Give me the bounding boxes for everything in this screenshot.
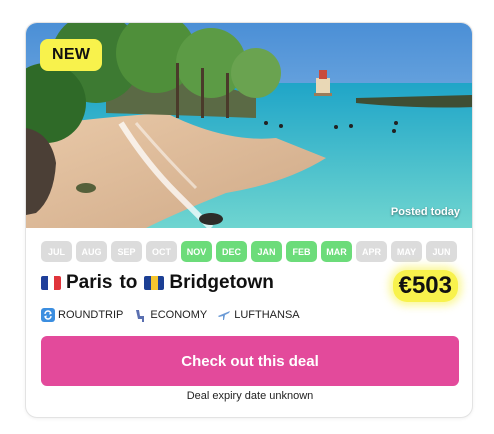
month-chip: JUN: [426, 241, 457, 262]
month-chip: JUL: [41, 241, 72, 262]
month-chip: MAY: [391, 241, 422, 262]
deal-card[interactable]: NEW Posted today JUL AUG SEP OCT NOV DEC…: [25, 22, 473, 418]
month-chip: OCT: [146, 241, 177, 262]
price-tag: €503: [392, 270, 458, 302]
month-chip: JAN: [251, 241, 282, 262]
month-chip: NOV: [181, 241, 212, 262]
barbados-flag-icon: [144, 276, 165, 290]
posted-date: Posted today: [390, 206, 460, 218]
cabin-label: ECONOMY: [150, 309, 208, 321]
seat-icon: [133, 308, 147, 322]
airplane-icon: [217, 308, 231, 322]
airline: LUFTHANSA: [217, 308, 300, 322]
month-chip: DEC: [216, 241, 247, 262]
destination-photo: NEW Posted today: [26, 23, 472, 228]
month-chip: FEB: [286, 241, 317, 262]
deal-meta: ROUNDTRIP ECONOMY LUFTHANSA: [41, 308, 300, 322]
france-flag-icon: [41, 276, 61, 290]
check-out-deal-button[interactable]: Check out this deal: [41, 336, 459, 386]
month-chip: SEP: [111, 241, 142, 262]
month-chip: APR: [356, 241, 387, 262]
route-title: Paris to Bridgetown: [41, 272, 274, 294]
month-chip: MAR: [321, 241, 352, 262]
deal-expiry: Deal expiry date unknown: [186, 390, 314, 402]
origin-city: Paris: [66, 272, 113, 293]
trip-type-label: ROUNDTRIP: [58, 309, 124, 321]
new-badge: NEW: [40, 39, 103, 71]
travel-months: JUL AUG SEP OCT NOV DEC JAN FEB MAR APR …: [41, 241, 457, 262]
month-chip: AUG: [76, 241, 107, 262]
roundtrip-icon: [41, 308, 55, 322]
trip-type: ROUNDTRIP: [41, 308, 123, 322]
route-connector: to: [119, 272, 138, 293]
destination-city: Bridgetown: [169, 272, 274, 293]
cabin-class: ECONOMY: [133, 308, 207, 322]
airline-label: LUFTHANSA: [234, 309, 300, 321]
